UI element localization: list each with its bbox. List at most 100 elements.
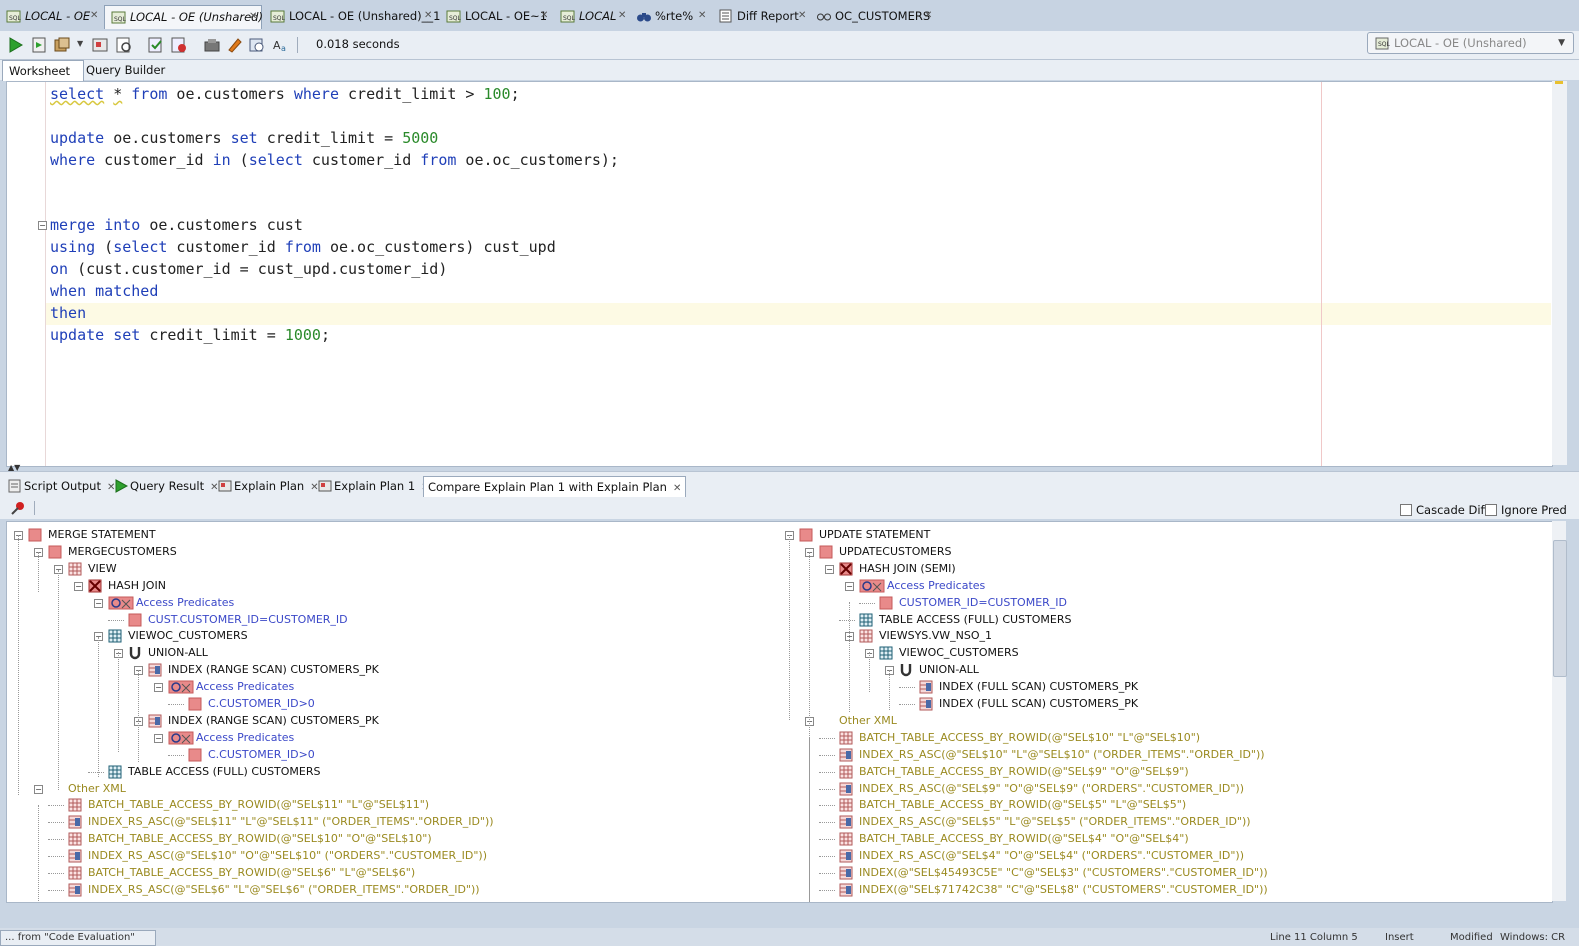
expand-toggle[interactable]: −	[825, 564, 834, 574]
sql-worksheet-icon: SQL	[560, 8, 576, 23]
code-line: update oe.customers set credit_limit = 5…	[50, 129, 439, 147]
union-icon	[899, 663, 913, 677]
tab-explain-plan[interactable]: Explain Plan ✕	[218, 476, 319, 496]
close-icon[interactable]: ✕	[424, 5, 432, 27]
close-icon[interactable]: ✕	[249, 6, 257, 28]
autotrace-icon[interactable]	[53, 36, 71, 54]
tree-connector	[48, 805, 64, 807]
tab-worksheet[interactable]: Worksheet	[2, 60, 84, 81]
tab-explain-plan-1[interactable]: Explain Plan 1✕	[318, 476, 430, 496]
tab-label: Script Output	[24, 479, 101, 493]
doc-tab-local[interactable]: SQL LOCAL ✕	[554, 5, 630, 27]
plan-node-icon	[48, 545, 62, 559]
checkbox-box[interactable]	[1485, 504, 1497, 516]
tree-connector	[809, 737, 810, 902]
index-icon	[68, 849, 82, 863]
sql-worksheet-icon: SQL	[111, 9, 127, 24]
history-icon[interactable]	[248, 36, 266, 54]
tree-connector	[48, 873, 64, 874]
doc-tab-local-oe-unshared[interactable]: SQL LOCAL - OE (Unshared) ✕	[104, 5, 263, 29]
close-icon[interactable]: ✕	[798, 5, 806, 27]
sql-tuning-icon[interactable]	[115, 36, 133, 54]
doc-tab-label: LOCAL - OE (Unshared)__1	[289, 9, 441, 23]
tree-connector	[18, 535, 19, 795]
script-output-icon	[8, 479, 21, 493]
fold-toggle[interactable]: −	[38, 221, 47, 230]
tree-connector	[48, 822, 64, 824]
plan-node-label: INDEX_RS_ASC(@"SEL$10" "O"@"SEL$10" ("OR…	[88, 849, 488, 863]
tree-connector	[819, 788, 835, 790]
clear-icon[interactable]	[226, 36, 244, 54]
connection-select[interactable]: SQL LOCAL - OE (Unshared) ▼	[1367, 32, 1574, 54]
table-icon	[108, 765, 122, 779]
run-statement-icon[interactable]	[6, 36, 24, 54]
rollback-icon[interactable]	[170, 36, 188, 54]
expand-toggle[interactable]: −	[74, 581, 83, 591]
status-message: ... from "Code Evaluation"	[0, 930, 156, 946]
plan-node-label: UPDATECUSTOMERS	[839, 544, 952, 558]
scrollbar-thumb[interactable]	[1553, 540, 1567, 677]
plan-node-label: BATCH_TABLE_ACCESS_BY_ROWID(@"SEL$10" "O…	[88, 832, 432, 846]
close-icon[interactable]: ✕	[698, 5, 706, 27]
tree-connector	[138, 720, 139, 762]
commit-icon[interactable]	[147, 36, 165, 54]
run-script-icon[interactable]	[30, 36, 48, 54]
expand-toggle[interactable]: −	[94, 598, 103, 608]
ignore-pred-checkbox[interactable]: Ignore Pred	[1485, 503, 1567, 517]
expand-toggle[interactable]: −	[154, 683, 163, 693]
pin-icon[interactable]	[10, 500, 26, 516]
code-line: when matched	[50, 282, 159, 300]
expand-toggle[interactable]: −	[34, 784, 43, 794]
expand-toggle[interactable]: −	[845, 581, 854, 591]
explain-plan-icon[interactable]	[91, 36, 109, 54]
warning-marker[interactable]	[1555, 81, 1563, 84]
predicate-icon	[108, 596, 134, 610]
tree-connector	[819, 822, 835, 824]
plan-node-label: C.CUSTOMER_ID>0	[208, 747, 315, 761]
sql-editor[interactable]: − select * from oe.customers where credi…	[6, 81, 1553, 467]
plan-node-label: BATCH_TABLE_ACCESS_BY_ROWID(@"SEL$6" "L"…	[88, 866, 416, 879]
tab-compare-explain-plan[interactable]: Compare Explain Plan 1 with Explain Plan…	[423, 476, 687, 497]
report-icon	[718, 8, 734, 23]
format-icon[interactable]: Aa	[272, 36, 290, 54]
close-icon[interactable]: ✕	[90, 5, 98, 27]
status-line-column: Line 11 Column 5	[1270, 932, 1358, 943]
svg-text:SQL: SQL	[563, 15, 576, 22]
tab-script-output[interactable]: Script Output ✕	[8, 476, 115, 496]
tab-query-result[interactable]: Query Result ✕	[114, 476, 219, 496]
cascade-diff-checkbox[interactable]: Cascade Diff	[1400, 503, 1488, 517]
doc-tab-rte[interactable]: %rte% ✕	[630, 5, 710, 27]
plan-node-label: INDEX (RANGE SCAN) CUSTOMERS_PK	[168, 663, 379, 677]
close-icon[interactable]: ✕	[673, 483, 681, 494]
hash-join-icon	[88, 579, 102, 593]
tree-connector	[819, 856, 835, 858]
code-line: where customer_id in (select customer_id…	[50, 151, 619, 169]
hash-join-icon	[839, 562, 853, 576]
doc-tab-diff-report[interactable]: Diff Report ✕	[712, 5, 810, 27]
unshared-sql-icon[interactable]	[203, 36, 221, 54]
plan-node-label: Other XML	[68, 781, 126, 795]
doc-tab-local-oe-1[interactable]: SQL LOCAL - OE~1 ✕	[440, 5, 552, 27]
checkbox-box[interactable]	[1400, 504, 1412, 516]
plan-node-label: TABLE ACCESS (FULL) CUSTOMERS	[128, 764, 321, 778]
tab-query-builder[interactable]: Query Builder	[80, 60, 171, 80]
tree-connector	[889, 670, 890, 710]
current-line-highlight	[46, 303, 1551, 325]
table-icon	[839, 765, 853, 779]
doc-tab-local-oe-unshared-1[interactable]: SQL LOCAL - OE (Unshared)__1 ✕	[264, 5, 440, 27]
doc-tab-oc-customers[interactable]: OC_CUSTOMERS ✕	[810, 5, 936, 27]
code-line: update set credit_limit = 1000;	[50, 326, 330, 344]
plan-compare-tree[interactable]: − MERGE STATEMENT − MERGECUSTOMERS − VIEW − HAS…	[6, 521, 1553, 903]
close-icon[interactable]: ✕	[618, 5, 626, 27]
sql-worksheet-icon: SQL	[270, 8, 286, 23]
editor-scrollbar[interactable]	[1552, 81, 1567, 465]
close-icon[interactable]: ✕	[924, 5, 932, 27]
doc-tab-label: LOCAL	[579, 9, 617, 23]
sql-worksheet-icon: SQL	[446, 8, 462, 23]
view-icon	[816, 8, 832, 22]
doc-tab-local-oe[interactable]: SQL LOCAL - OE ✕	[0, 5, 100, 27]
tree-connector	[88, 771, 104, 773]
expand-toggle[interactable]: −	[154, 733, 163, 743]
close-icon[interactable]: ✕	[540, 5, 548, 27]
chevron-down-icon[interactable]: ▼	[77, 39, 83, 48]
